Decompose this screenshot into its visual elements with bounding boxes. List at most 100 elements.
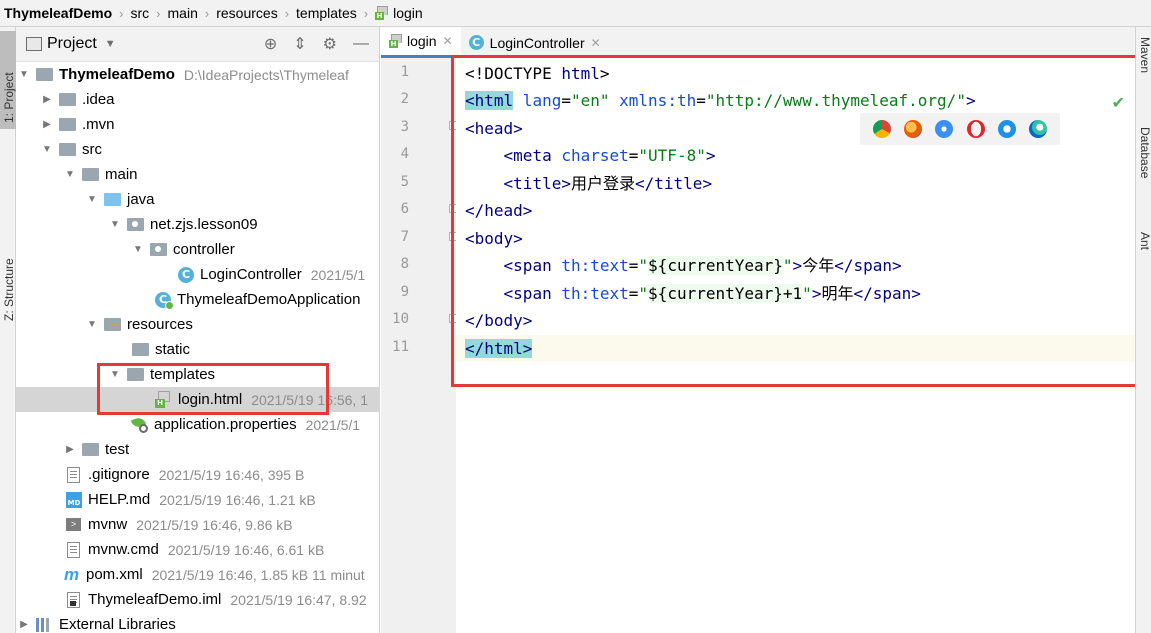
tree-item-templates[interactable]: ▼ templates [16,362,380,387]
tree-item-label: test [105,441,130,458]
breadcrumb-separator-icon: › [284,5,290,21]
folder-icon [82,168,99,181]
tree-item-iml[interactable]: ThymeleafDemo.iml 2021/5/19 16:47, 8.92 [16,587,380,612]
tree-item-meta: 2021/5/19 16:46, 9.86 kB [136,516,293,533]
code-line-5: <title>用户登录</title> [465,174,713,193]
tab-structure-label: Z: Structure [2,258,16,321]
breadcrumb-item-login[interactable]: H login [375,5,423,21]
tree-item-meta: 2021/5/1 [305,416,361,433]
chrome-icon[interactable] [872,120,891,138]
breadcrumb-item-templates[interactable]: templates [296,5,357,21]
tree-item-java[interactable]: ▼ java [16,187,380,212]
tree-item-label: External Libraries [59,616,176,633]
opera-icon[interactable] [966,120,985,138]
code-line-2: <html lang="en" xmlns:th="http://www.thy… [465,91,976,110]
tab-project[interactable]: 1: Project [0,31,16,129]
chevron-down-icon[interactable]: ▼ [86,319,98,330]
minimize-icon[interactable]: — [353,35,369,53]
spring-boot-class-icon: C [155,291,174,310]
html-file-icon: H [375,6,389,20]
tree-item-static[interactable]: static [16,337,380,362]
breadcrumb-item-resources[interactable]: resources [216,5,277,21]
tree-item-label: controller [173,241,235,258]
tree-item-label: pom.xml [86,566,143,583]
tree-item-meta: 2021/5/19 16:46, 395 B [158,466,305,483]
tree-item-main[interactable]: ▼ main [16,162,380,187]
tree-item-meta: 2021/5/19 16:47, 8.92 [230,591,367,608]
breadcrumb-item-src[interactable]: src [131,5,150,21]
tree-item-application-properties[interactable]: application.properties 2021/5/1 [16,412,380,437]
locate-icon[interactable]: ⊕ [264,34,277,54]
tree-item-login-html[interactable]: H login.html 2021/5/19 16:56, 1 [16,387,380,412]
chevron-right-icon[interactable]: ▶ [64,444,76,455]
close-icon[interactable]: ✕ [591,36,601,50]
tab-ant[interactable]: Ant [1138,232,1151,272]
tree-item-label: static [155,341,191,358]
tree-item-mvnw-cmd[interactable]: mvnw.cmd 2021/5/19 16:46, 6.61 kB [16,537,380,562]
tab-database[interactable]: Database [1138,127,1151,217]
inspection-ok-icon[interactable]: ✔ [1112,93,1125,113]
tree-item-label: net.zjs.lesson09 [150,216,258,233]
spring-properties-icon [130,415,148,433]
markdown-file-icon: MD [66,491,82,508]
tab-logincontroller-label: LoginController [489,34,585,51]
tree-item-external-libraries[interactable]: ▶ External Libraries [16,612,380,633]
chevron-down-icon[interactable]: ▼ [86,194,98,205]
line-number: 4 [400,146,409,162]
tree-item-controller[interactable]: ▼ controller [16,237,380,262]
tree-item-meta: 2021/5/19 16:46, 6.61 kB [167,541,325,558]
folder-icon [59,143,76,156]
line-number: 6 [400,201,409,217]
chevron-down-icon[interactable]: ▼ [105,38,116,50]
tab-login-label: login [407,33,437,49]
tree-item-application-class[interactable]: C ThymeleafDemoApplication [16,287,380,312]
tab-logincontroller[interactable]: C LoginController ✕ [461,27,609,58]
folder-icon [59,118,76,131]
tree-item-gitignore[interactable]: .gitignore 2021/5/19 16:46, 395 B [16,462,380,487]
chevron-down-icon[interactable]: ▼ [41,144,53,155]
chevron-down-icon[interactable]: ▼ [18,69,30,80]
gear-icon[interactable]: ⚙ [323,34,337,54]
tree-item-src[interactable]: ▼ src [16,137,380,162]
tree-item-logincontroller[interactable]: C LoginController 2021/5/1 [16,262,380,287]
project-panel-title[interactable]: Project [47,35,97,53]
breadcrumb-login-label: login [393,5,423,21]
tree-item-mvnw[interactable]: > mvnw 2021/5/19 16:46, 9.86 kB [16,512,380,537]
code-line-7: <body> [465,229,523,248]
tree-item-package[interactable]: ▼ net.zjs.lesson09 [16,212,380,237]
tree-item-label: mvnw.cmd [88,541,159,558]
chevron-right-icon[interactable]: ▶ [41,119,53,130]
line-number: 3 [400,119,409,135]
tab-structure[interactable]: Z: Structure [0,131,16,321]
tree-item-idea[interactable]: ▶ .idea [16,87,380,112]
tab-login[interactable]: H login ✕ [381,27,461,58]
chevron-right-icon[interactable]: ▶ [18,619,30,630]
close-icon[interactable]: ✕ [443,34,453,48]
firefox-icon[interactable] [903,120,922,138]
breadcrumb-item-project[interactable]: ThymeleafDemo [4,5,112,21]
html-file-icon: H [155,391,171,408]
code-line-8: <span th:text="${currentYear}">今年</span> [465,256,902,275]
chevron-down-icon[interactable]: ▼ [109,369,121,380]
chevron-down-icon[interactable]: ▼ [132,244,144,255]
line-number: 7 [400,229,409,245]
tree-item-project-root[interactable]: ▼ ThymeleafDemo D:\IdeaProjects\Thymelea… [16,62,380,87]
editor-gutter[interactable]: 1 2 3 4 5 6 7 8 9 10 11 [381,58,458,633]
breadcrumb-item-main[interactable]: main [168,5,198,21]
tree-item-resources[interactable]: ▼ resources [16,312,380,337]
module-file-icon [67,591,80,608]
tree-item-help-md[interactable]: MD HELP.md 2021/5/19 16:46, 1.21 kB [16,487,380,512]
tree-item-mvn[interactable]: ▶ .mvn [16,112,380,137]
chevron-down-icon[interactable]: ▼ [64,169,76,180]
tree-item-test[interactable]: ▶ test [16,437,380,462]
chevron-down-icon[interactable]: ▼ [109,219,121,230]
tree-item-pom-xml[interactable]: m pom.xml 2021/5/19 16:46, 1.85 kB 11 mi… [16,562,380,587]
chevron-right-icon[interactable]: ▶ [41,94,53,105]
safari-icon[interactable] [935,120,954,138]
ie-icon[interactable] [997,120,1016,138]
tab-maven[interactable]: Maven [1138,37,1151,107]
collapse-all-icon[interactable]: ⇕ [293,34,306,54]
tree-item-meta: 2021/5/19 16:56, 1 [251,391,368,408]
edge-icon[interactable] [1029,120,1048,138]
tree-item-label: templates [150,366,216,383]
